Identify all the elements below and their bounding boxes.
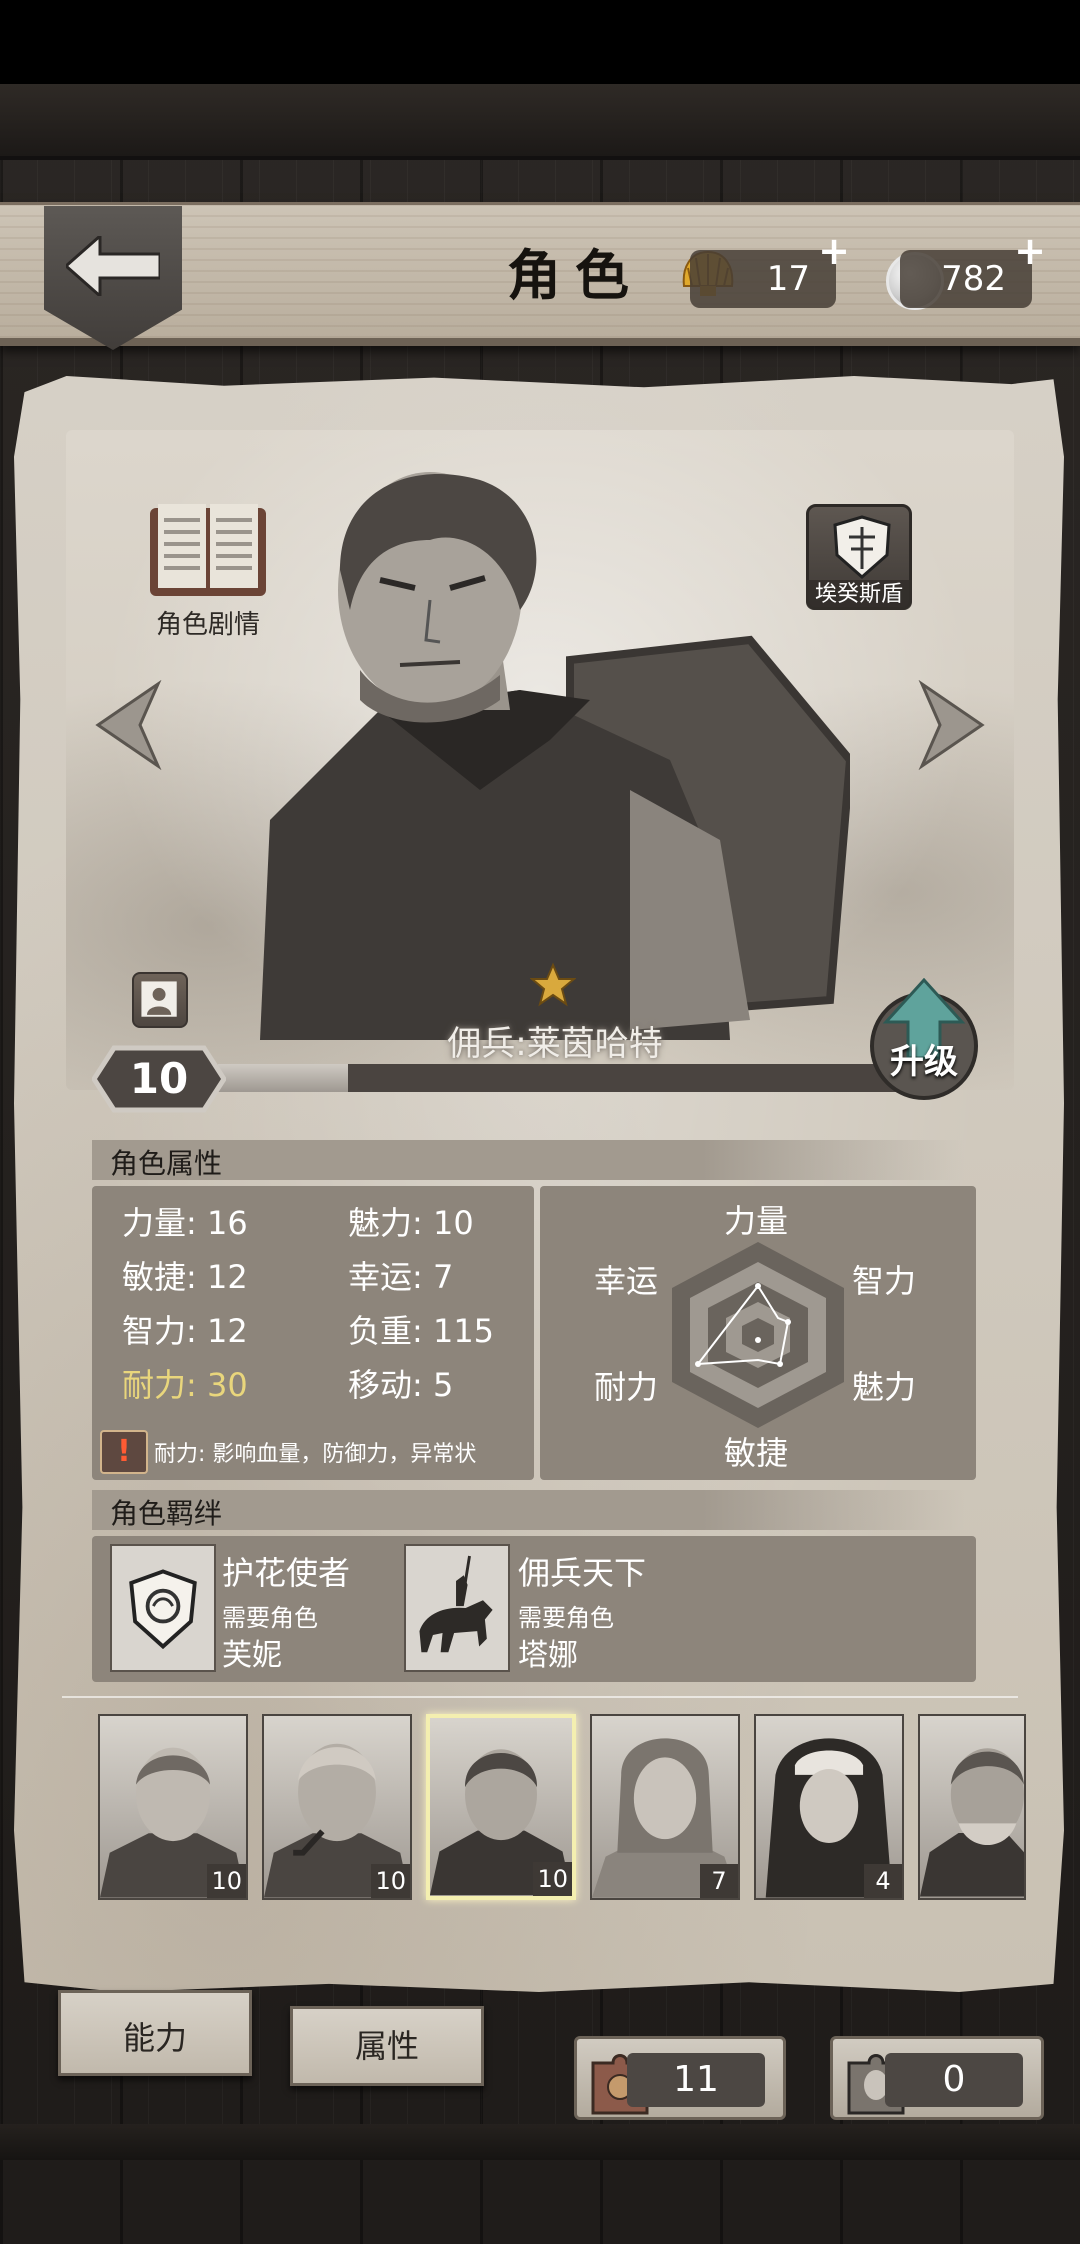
attr-movement: 移动: 5 bbox=[348, 1366, 454, 1404]
hero-card-level-2: 10 bbox=[371, 1864, 410, 1898]
aegis-shield-label: 埃癸斯盾 bbox=[806, 580, 912, 610]
hero-card-level-5: 4 bbox=[864, 1864, 902, 1898]
shell-currency[interactable]: 17 + bbox=[690, 229, 850, 308]
hero-card-5[interactable]: 4 bbox=[754, 1714, 904, 1900]
page-title: 角色 bbox=[507, 243, 643, 307]
rose-shield-icon[interactable] bbox=[110, 1544, 216, 1672]
attr-strength: 力量: 16 bbox=[122, 1204, 248, 1242]
hero-card-level-4: 7 bbox=[700, 1864, 738, 1898]
tab-ability[interactable]: 能力 bbox=[58, 1990, 252, 2076]
attr-charisma: 魅力: 10 bbox=[348, 1204, 474, 1242]
attr-intelligence: 智力: 12 bbox=[122, 1312, 248, 1350]
bearded-old-man-portrait bbox=[920, 1748, 1024, 1897]
attr-luck: 幸运: 7 bbox=[348, 1258, 454, 1296]
experience-bar-fill bbox=[218, 1064, 348, 1092]
attributes-section-title: 角色属性 bbox=[110, 1147, 223, 1180]
hero-card-2[interactable]: 10 bbox=[262, 1714, 412, 1900]
attr-load: 负重: 115 bbox=[348, 1312, 495, 1350]
badge-puzzle-count: 11 bbox=[627, 2053, 765, 2107]
coin-currency[interactable]: 782 + bbox=[900, 229, 1046, 308]
hero-card-6[interactable] bbox=[918, 1714, 1026, 1900]
radar-label-strength: 力量 bbox=[724, 1202, 789, 1240]
bond-requirement-1: 需要角色 bbox=[222, 1604, 318, 1632]
hero-name: 佣兵:莱茵哈特 bbox=[447, 1024, 663, 1064]
attr-endurance[interactable]: 耐力: 30 bbox=[122, 1360, 248, 1406]
back-arrow-icon bbox=[66, 236, 160, 296]
hero-card-4[interactable]: 7 bbox=[590, 1714, 740, 1900]
person-icon bbox=[141, 981, 177, 1017]
attribute-radar-chart bbox=[672, 1242, 844, 1428]
star-rating-icon bbox=[530, 962, 576, 1007]
radar-label-intelligence: 智力 bbox=[852, 1262, 917, 1300]
knight-on-horse-icon[interactable] bbox=[404, 1544, 510, 1672]
bonds-section-title: 角色羁绊 bbox=[110, 1497, 223, 1530]
attribute-tip: 耐力: 影响血量，防御力，异常状 bbox=[154, 1442, 477, 1467]
next-hero-arrow-icon[interactable] bbox=[918, 680, 988, 770]
previous-hero-arrow-icon[interactable] bbox=[92, 680, 162, 770]
hero-card-3[interactable]: 10 bbox=[426, 1714, 576, 1900]
tab-attributes[interactable]: 属性 bbox=[290, 2006, 484, 2086]
coin-count: 782 bbox=[941, 259, 1006, 299]
level-value: 10 bbox=[129, 1054, 189, 1103]
bond-title-1: 护花使者 bbox=[222, 1554, 351, 1592]
bonds-section-header: 角色羁绊 bbox=[92, 1490, 964, 1530]
bond-title-2: 佣兵天下 bbox=[518, 1554, 647, 1592]
attributes-section-header: 角色属性 bbox=[92, 1140, 964, 1180]
warning-icon: ! bbox=[100, 1430, 148, 1474]
hero-card-level-1: 10 bbox=[207, 1864, 246, 1898]
bond-character-1: 芙妮 bbox=[222, 1638, 282, 1673]
badge-puzzle-counter[interactable]: 11 bbox=[574, 2036, 786, 2120]
upgrade-label[interactable]: 升级 bbox=[868, 1034, 980, 1083]
hero-card-1[interactable]: 10 bbox=[98, 1714, 248, 1900]
hero-card-level-3: 10 bbox=[533, 1862, 572, 1896]
shell-plus-button[interactable]: + bbox=[818, 222, 850, 280]
wood-top-strip bbox=[0, 84, 1080, 160]
bond-character-2: 塔娜 bbox=[518, 1638, 578, 1673]
status-bar bbox=[0, 0, 1080, 84]
attr-agility: 敏捷: 12 bbox=[122, 1258, 248, 1296]
hero-portrait bbox=[260, 472, 850, 1040]
profile-button[interactable] bbox=[132, 972, 188, 1028]
radar-label-endurance: 耐力 bbox=[594, 1368, 659, 1406]
navigation-bar bbox=[0, 2160, 1080, 2244]
wood-bottom-strip bbox=[0, 2124, 1080, 2160]
radar-label-agility: 敏捷 bbox=[724, 1434, 789, 1472]
radar-label-charisma: 魅力 bbox=[852, 1368, 917, 1406]
portrait-puzzle-counter[interactable]: 0 bbox=[830, 2036, 1044, 2120]
character-story-label: 角色剧情 bbox=[155, 610, 260, 640]
bond-requirement-2: 需要角色 bbox=[518, 1604, 614, 1632]
shell-count: 17 bbox=[766, 259, 810, 299]
character-story-book-icon[interactable] bbox=[148, 500, 268, 600]
hero-list-divider bbox=[62, 1696, 1018, 1698]
portrait-puzzle-count: 0 bbox=[885, 2053, 1023, 2107]
shield-icon bbox=[833, 515, 891, 579]
coin-plus-button[interactable]: + bbox=[1014, 222, 1046, 280]
radar-label-luck: 幸运 bbox=[594, 1262, 659, 1300]
